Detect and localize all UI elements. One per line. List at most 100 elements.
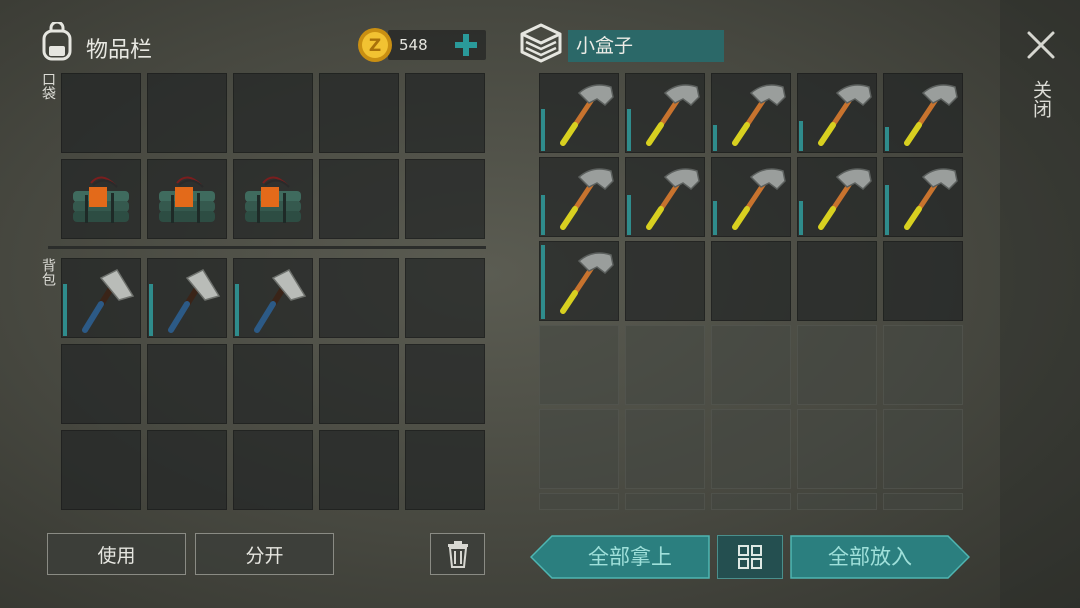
section-divider (48, 246, 486, 249)
durability-bar (713, 201, 717, 235)
locked-slot (539, 409, 619, 489)
backpack-slot[interactable] (233, 430, 313, 510)
split-button[interactable]: 分开 (195, 533, 334, 575)
container-slot[interactable] (625, 157, 705, 237)
pocket-label: 口袋 (40, 72, 56, 100)
hammer-icon (818, 84, 872, 146)
container-slot[interactable] (711, 73, 791, 153)
container-slot[interactable] (625, 73, 705, 153)
backpack-slot[interactable] (233, 258, 313, 338)
backpack-slot[interactable] (319, 258, 399, 338)
durability-bar (541, 195, 545, 235)
inventory-title: 物品栏 (86, 38, 153, 63)
use-button[interactable]: 使用 (47, 533, 186, 575)
container-slot[interactable] (539, 157, 619, 237)
add-coins-button[interactable] (452, 31, 480, 59)
close-button[interactable] (1024, 28, 1058, 62)
c4-explosive-icon (159, 176, 215, 223)
locked-slot (539, 493, 619, 510)
container-slot[interactable] (711, 241, 791, 321)
backpack-slot[interactable] (405, 344, 485, 424)
trash-button[interactable] (430, 533, 485, 575)
pocket-slot[interactable] (319, 73, 399, 153)
durability-bar (885, 185, 889, 235)
backpack-slot[interactable] (61, 258, 141, 338)
backpack-slot[interactable] (147, 344, 227, 424)
pocket-slot[interactable] (147, 159, 227, 239)
durability-bar (627, 109, 631, 151)
container-slot[interactable] (797, 241, 877, 321)
hammer-icon (904, 168, 958, 230)
durability-bar (799, 121, 803, 151)
container-slot[interactable] (883, 241, 963, 321)
locked-slot (797, 325, 877, 405)
container-title: 小盒子 (568, 30, 724, 62)
put-all-button[interactable]: 全部放入 (790, 535, 970, 579)
take-all-button[interactable]: 全部拿上 (530, 535, 710, 579)
c4-explosive-icon (245, 176, 301, 223)
container-slot[interactable] (797, 157, 877, 237)
pocket-slot[interactable] (61, 73, 141, 153)
durability-bar (235, 284, 239, 336)
pocket-slot[interactable] (319, 159, 399, 239)
backpack-slot[interactable] (147, 258, 227, 338)
locked-slot (883, 325, 963, 405)
durability-bar (149, 284, 153, 336)
backpack-slot[interactable] (61, 430, 141, 510)
durability-bar (713, 125, 717, 151)
container-slot[interactable] (883, 73, 963, 153)
locked-slot (797, 409, 877, 489)
take-all-label: 全部拿上 (588, 545, 672, 569)
container-slot[interactable] (883, 157, 963, 237)
backpack-slot[interactable] (405, 258, 485, 338)
durability-bar (541, 109, 545, 151)
locked-slot (711, 325, 791, 405)
container-slot[interactable] (539, 241, 619, 321)
container-slot[interactable] (797, 73, 877, 153)
pocket-slot[interactable] (405, 73, 485, 153)
svg-text:Z: Z (369, 36, 381, 56)
close-label[interactable]: 关闭 (1030, 80, 1052, 118)
backpack-slot[interactable] (147, 430, 227, 510)
hammer-icon (904, 84, 958, 146)
backpack-slot[interactable] (233, 344, 313, 424)
pocket-slot[interactable] (233, 159, 313, 239)
hammer-icon (732, 168, 786, 230)
locked-slot (625, 493, 705, 510)
close-icon (1027, 31, 1055, 59)
backpack-icon (38, 20, 78, 62)
locked-slot (625, 409, 705, 489)
pocket-slot[interactable] (233, 73, 313, 153)
coin-icon: Z (356, 26, 394, 64)
hammer-icon (646, 84, 700, 146)
durability-bar (627, 195, 631, 235)
hammer-icon (818, 168, 872, 230)
plus-icon (455, 34, 477, 56)
container-slot[interactable] (539, 73, 619, 153)
pocket-slot[interactable] (405, 159, 485, 239)
container-slot[interactable] (625, 241, 705, 321)
hammer-icon (560, 84, 614, 146)
backpack-slot[interactable] (319, 344, 399, 424)
hatchet-icon (168, 269, 221, 333)
hammer-icon (732, 84, 786, 146)
locked-slot (711, 493, 791, 510)
locked-slot (539, 325, 619, 405)
durability-bar (63, 284, 67, 336)
pocket-slot[interactable] (61, 159, 141, 239)
durability-bar (799, 201, 803, 235)
durability-bar (541, 245, 545, 319)
grid-icon (738, 545, 762, 569)
sort-button[interactable] (717, 535, 783, 579)
pocket-slot[interactable] (147, 73, 227, 153)
container-slot[interactable] (711, 157, 791, 237)
hatchet-icon (254, 269, 307, 333)
locked-slot (711, 409, 791, 489)
backpack-slot[interactable] (61, 344, 141, 424)
backpack-slot[interactable] (319, 430, 399, 510)
hammer-icon (560, 168, 614, 230)
backpack-slot[interactable] (405, 430, 485, 510)
coin-amount: 548 (399, 36, 428, 54)
hammer-icon (646, 168, 700, 230)
trash-icon (447, 541, 468, 568)
